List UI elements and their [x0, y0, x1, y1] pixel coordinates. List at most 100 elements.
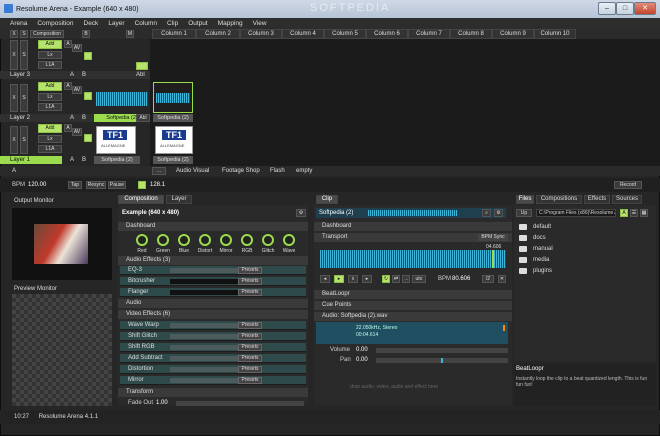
- fx-add-subtract-presets[interactable]: Presets: [238, 355, 262, 362]
- layer1-l1a-field[interactable]: L1A: [38, 145, 62, 153]
- layer2-s-button[interactable]: S: [20, 84, 28, 112]
- pause-icon[interactable]: ॥: [348, 275, 358, 283]
- fx-eq3-slider[interactable]: [170, 268, 238, 273]
- transport-section[interactable]: Transport BPM Sync: [314, 233, 512, 242]
- minimize-icon[interactable]: –: [598, 2, 616, 15]
- comp-dashboard-section[interactable]: Dashboard: [118, 222, 308, 231]
- folder-media[interactable]: media: [519, 255, 549, 265]
- bpm-value[interactable]: 120.00: [28, 182, 46, 188]
- column-2-header[interactable]: Column 2: [196, 29, 240, 39]
- volume-value[interactable]: 0.00: [356, 347, 368, 353]
- browser-grid-icon[interactable]: ▦: [640, 209, 648, 217]
- fx-wave-warp[interactable]: Wave Warp Presets: [120, 321, 306, 330]
- fade-out-value[interactable]: 1.00: [156, 400, 168, 406]
- mode-field[interactable]: uto: [412, 275, 426, 283]
- layer2-x-button[interactable]: X: [10, 84, 18, 112]
- layer1-bar[interactable]: Layer 1: [0, 156, 62, 164]
- resync-button[interactable]: Resync: [86, 181, 106, 189]
- fx-shift-rgb-presets[interactable]: Presets: [238, 344, 262, 351]
- fx-shift-glitch-presets[interactable]: Presets: [238, 333, 262, 340]
- fx-shift-glitch-slider[interactable]: [170, 334, 238, 339]
- layer2-column1-clip[interactable]: [153, 82, 193, 113]
- fx-add-subtract[interactable]: Add Subtract Presets: [120, 354, 306, 363]
- column-1-header[interactable]: Column 1: [152, 29, 196, 39]
- layer1-column1-label[interactable]: Softpedia (2): [153, 156, 193, 164]
- folder-default[interactable]: default: [519, 222, 551, 232]
- deck-x-button[interactable]: X: [10, 30, 18, 38]
- fx-shift-rgb[interactable]: Shift RGB Presets: [120, 343, 306, 352]
- clip-audio-section[interactable]: Audio: Softpedia (2).wav: [314, 312, 512, 321]
- browser-view-icon[interactable]: A: [620, 209, 628, 217]
- layer1-a-toggle[interactable]: A: [64, 124, 72, 132]
- fx-mirror[interactable]: Mirror Presets: [120, 376, 306, 385]
- knob-wave[interactable]: [283, 234, 295, 246]
- folder-manual[interactable]: manual: [519, 244, 553, 254]
- menu-layer[interactable]: Layer: [108, 20, 124, 27]
- loop-icon[interactable]: ↻: [382, 275, 390, 283]
- layer2-av-button[interactable]: AV: [72, 86, 82, 94]
- folder-plugins[interactable]: plugins: [519, 266, 552, 276]
- layer2-add-button[interactable]: Add: [38, 82, 62, 91]
- knob-distort[interactable]: [199, 234, 211, 246]
- fx-bitcrusher-slider[interactable]: [170, 279, 238, 284]
- cue-points-section[interactable]: Cue Points: [314, 301, 512, 310]
- deck-audio-visual[interactable]: Audio Visual: [176, 168, 209, 174]
- layer1-blend-button[interactable]: [84, 134, 92, 142]
- clip-search-icon[interactable]: ⌕: [482, 209, 491, 217]
- layer2-lx-field[interactable]: Lx: [38, 93, 62, 101]
- deck-b-button[interactable]: B: [82, 30, 90, 38]
- layer3-x-button[interactable]: X: [10, 40, 18, 70]
- knob-mirror[interactable]: [220, 234, 232, 246]
- deck-flash[interactable]: Flash: [270, 168, 285, 174]
- tab-clip[interactable]: Clip: [316, 195, 338, 204]
- maximize-icon[interactable]: □: [616, 2, 634, 15]
- menu-column[interactable]: Column: [135, 20, 157, 27]
- layer1-x-button[interactable]: X: [10, 126, 18, 154]
- fx-mirror-presets[interactable]: Presets: [238, 377, 262, 384]
- menu-view[interactable]: View: [253, 20, 267, 27]
- column-4-header[interactable]: Column 4: [282, 29, 324, 39]
- menu-output[interactable]: Output: [188, 20, 208, 27]
- fx-flanger-slider[interactable]: [170, 290, 238, 295]
- layer1-clip-label[interactable]: Softpedia (2): [94, 156, 140, 164]
- beat-multiply-icon[interactable]: ✕: [498, 275, 506, 283]
- fx-bitcrusher[interactable]: Bitcrusher Presets: [120, 277, 306, 286]
- transport-waveform[interactable]: [320, 250, 506, 268]
- tab-compositions[interactable]: Compositions: [536, 195, 582, 204]
- clip-dashboard-section[interactable]: Dashboard: [314, 222, 512, 231]
- column-5-header[interactable]: Column 5: [324, 29, 366, 39]
- reverse-play-icon[interactable]: ◂: [320, 275, 330, 283]
- layer3-add-button[interactable]: Add: [38, 40, 62, 49]
- clip-bpm-value[interactable]: 80.606: [452, 276, 470, 282]
- layer2-l1a-field[interactable]: L1A: [38, 103, 62, 111]
- layer3-s-button[interactable]: S: [20, 40, 28, 70]
- menu-mapping[interactable]: Mapping: [218, 20, 243, 27]
- fade-out-slider[interactable]: [176, 401, 304, 406]
- knob-green[interactable]: [157, 234, 169, 246]
- fx-shift-rgb-slider[interactable]: [170, 345, 238, 350]
- fx-distortion-slider[interactable]: [170, 367, 238, 372]
- layer1-s-button[interactable]: S: [20, 126, 28, 154]
- fx-flanger-presets[interactable]: Presets: [238, 289, 262, 296]
- layer2-a-toggle[interactable]: A: [64, 82, 72, 90]
- fx-eq3-presets[interactable]: Presets: [238, 267, 262, 274]
- transform-section[interactable]: Transform: [118, 388, 308, 397]
- layer3-a-toggle[interactable]: A: [64, 40, 72, 48]
- layer1-column1-thumbnail[interactable]: TF1 ALLEMAGNE: [155, 126, 193, 154]
- layer2-column1-label[interactable]: Softpedia (2): [153, 114, 193, 122]
- layer2-blend-button[interactable]: [84, 92, 92, 100]
- fx-eq3[interactable]: EQ-3 Presets: [120, 266, 306, 275]
- knob-glitch[interactable]: [262, 234, 274, 246]
- knob-red[interactable]: [136, 234, 148, 246]
- once-icon[interactable]: →: [402, 275, 410, 283]
- knob-rgb[interactable]: [241, 234, 253, 246]
- close-icon[interactable]: ✕: [634, 2, 656, 15]
- layer1-av-button[interactable]: AV: [72, 128, 82, 136]
- fx-bitcrusher-presets[interactable]: Presets: [238, 278, 262, 285]
- layer1-lx-field[interactable]: Lx: [38, 135, 62, 143]
- column-8-header[interactable]: Column 8: [450, 29, 492, 39]
- deck-empty[interactable]: empty: [296, 168, 312, 174]
- layer3-av-button[interactable]: AV: [72, 44, 82, 52]
- record-button[interactable]: Record: [614, 181, 642, 189]
- playhead[interactable]: [492, 250, 494, 268]
